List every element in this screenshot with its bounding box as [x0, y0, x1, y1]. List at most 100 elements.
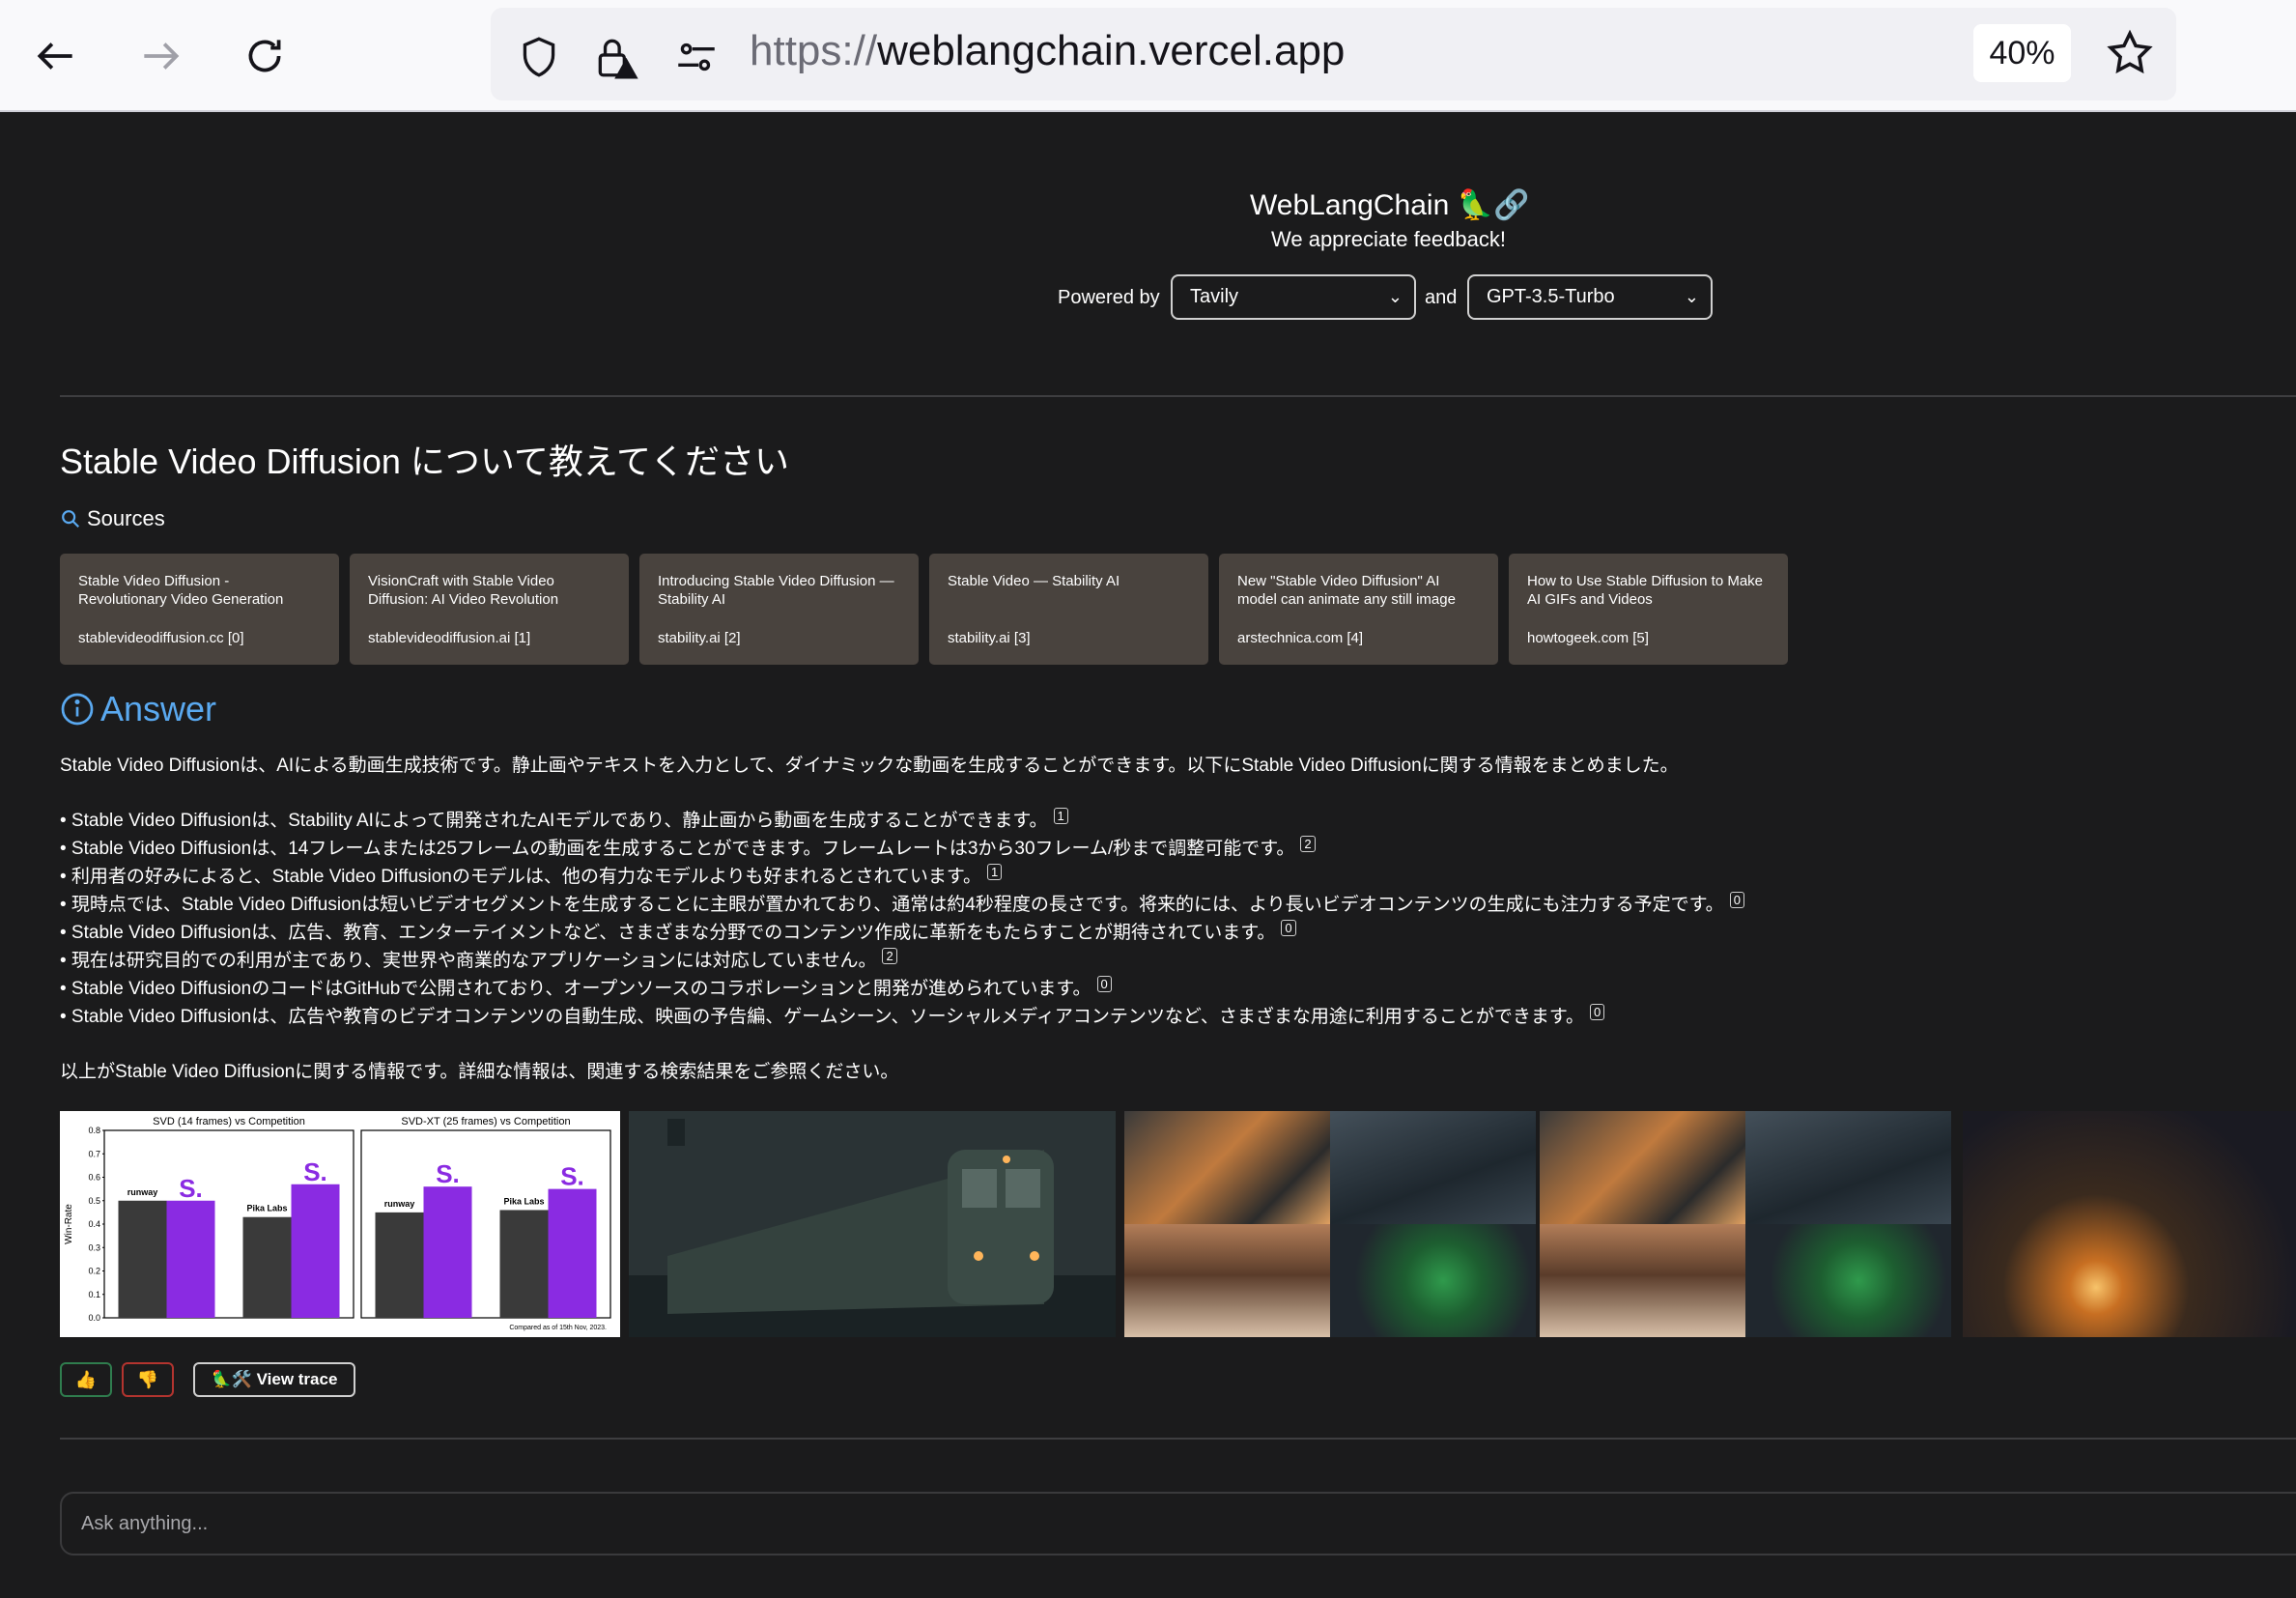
- zoom-level-badge[interactable]: 40%: [1973, 24, 2071, 82]
- source-title: How to Use Stable Diffusion to Make AI G…: [1527, 573, 1764, 608]
- y-tick-label: 0.7: [88, 1149, 100, 1158]
- category-label: runway: [384, 1199, 415, 1209]
- cowboy-thumbnail: [1124, 1224, 1330, 1337]
- chart-title: SVD-XT (25 frames) vs Competition: [401, 1116, 570, 1127]
- bar: [166, 1200, 215, 1318]
- citation-badge[interactable]: 2: [882, 948, 897, 964]
- bullet-text: • Stable Video DiffusionのコードはGitHubで公開され…: [60, 979, 1091, 999]
- url-text[interactable]: https://weblangchain.vercel.app: [750, 27, 1345, 75]
- category-label: Pika Labs: [503, 1196, 544, 1206]
- divider: [60, 395, 2296, 397]
- answer-bullet: • 現時点では、Stable Video Diffusionは短いビデオセグメン…: [60, 892, 1744, 919]
- shield-icon[interactable]: [513, 31, 565, 83]
- thumbs-down-button[interactable]: 👎: [122, 1362, 174, 1397]
- result-image-chart[interactable]: SVD (14 frames) vs Competition 0.0 0.1 0.2 0…: [60, 1111, 620, 1337]
- train-illustration: [629, 1111, 1116, 1337]
- win-rate-chart: SVD (14 frames) vs Competition 0.0 0.1 0.2 0…: [64, 1116, 611, 1331]
- source-title: Stable Video — Stability AI: [948, 573, 1120, 589]
- answer-intro: Stable Video Diffusionは、AIによる動画生成技術です。静止…: [60, 756, 1679, 776]
- source-url: stablevideodiffusion.ai [1]: [368, 630, 531, 646]
- result-image-space[interactable]: [1963, 1111, 2296, 1337]
- citation-badge[interactable]: 2: [1300, 836, 1316, 852]
- category-label: Pika Labs: [246, 1204, 287, 1213]
- answer-bullet: • 現在は研究目的での利用が主であり、実世界や商業的なアプリケーションには対応し…: [60, 948, 897, 975]
- source-title: VisionCraft with Stable Video Diffusion:…: [368, 573, 559, 608]
- y-tick-label: 0.6: [88, 1173, 100, 1183]
- source-card[interactable]: Introducing Stable Video Diffusion — Sta…: [639, 554, 919, 665]
- answer-bullet: • Stable Video DiffusionのコードはGitHubで公開され…: [60, 976, 1112, 1003]
- y-tick-label: 0.2: [88, 1267, 100, 1276]
- feedback-subtitle: We appreciate feedback!: [1271, 227, 1506, 251]
- reload-icon: [248, 40, 281, 72]
- citation-badge[interactable]: 0: [1096, 976, 1112, 992]
- bookmark-star-icon[interactable]: [2104, 27, 2156, 79]
- y-tick-label: 0.1: [88, 1290, 100, 1299]
- y-axis-label: Win-Rate: [64, 1204, 74, 1244]
- and-label: and: [1425, 287, 1458, 308]
- source-card[interactable]: VisionCraft with Stable Video Diffusion:…: [350, 554, 629, 665]
- divider: [60, 1438, 2296, 1440]
- cowboy-thumbnail: [1540, 1224, 1745, 1337]
- answer-heading: Answer: [60, 686, 216, 732]
- result-image-train[interactable]: [629, 1111, 1116, 1337]
- citation-badge[interactable]: 1: [987, 864, 1003, 880]
- bar: [375, 1212, 424, 1318]
- answer-bullet: • Stable Video Diffusionは、広告や教育のビデオコンテンツ…: [60, 1004, 1605, 1031]
- lock-warning-icon[interactable]: [590, 31, 642, 83]
- robot-thumbnail: [1330, 1224, 1536, 1337]
- citation-badge[interactable]: 0: [1729, 892, 1744, 908]
- info-icon: [61, 693, 94, 726]
- result-image-collage-1[interactable]: [1124, 1111, 1536, 1337]
- chevron-down-icon: ⌄: [1684, 287, 1699, 306]
- forward-button[interactable]: [126, 21, 195, 91]
- bullet-text: • Stable Video Diffusionは、14フレームまたは25フレー…: [60, 839, 1295, 859]
- permissions-icon[interactable]: [670, 31, 723, 83]
- source-card[interactable]: New "Stable Video Diffusion" AI model ca…: [1219, 554, 1498, 665]
- bar: [548, 1188, 597, 1318]
- chevron-down-icon: ⌄: [1387, 287, 1403, 306]
- browser-toolbar: https://weblangchain.vercel.app 40%: [0, 0, 2296, 112]
- stability-logo: S.: [179, 1174, 203, 1203]
- y-tick-label: 0.8: [88, 1126, 100, 1135]
- car-thumbnail: [1124, 1111, 1330, 1224]
- ask-input[interactable]: Ask anything...: [60, 1492, 2296, 1555]
- answer-bullet: • Stable Video Diffusionは、広告、教育、エンターテイメン…: [60, 920, 1296, 947]
- source-card[interactable]: Stable Video Diffusion - Revolutionary V…: [60, 554, 339, 665]
- reload-button[interactable]: [230, 21, 299, 91]
- source-card[interactable]: How to Use Stable Diffusion to Make AI G…: [1509, 554, 1788, 665]
- app-title: WebLangChain 🦜🔗: [1250, 189, 1530, 221]
- y-tick-label: 0.4: [88, 1219, 100, 1229]
- bullet-text: • Stable Video Diffusionは、広告、教育、エンターテイメン…: [60, 923, 1276, 943]
- bar: [423, 1186, 472, 1318]
- source-url: stablevideodiffusion.cc [0]: [78, 630, 244, 646]
- category-label: runway: [128, 1187, 158, 1197]
- bullet-text: • Stable Video Diffusionは、Stability AIによ…: [60, 811, 1048, 831]
- chart-footnote: Compared as of 15th Nov, 2023.: [509, 1325, 607, 1331]
- thumbs-up-button[interactable]: 👍: [60, 1362, 112, 1397]
- source-url: stability.ai [2]: [658, 630, 741, 646]
- source-title: New "Stable Video Diffusion" AI model ca…: [1237, 573, 1456, 608]
- powered-by-label: Powered by: [1058, 287, 1160, 308]
- source-card[interactable]: Stable Video — Stability AI stability.ai …: [929, 554, 1208, 665]
- bar: [291, 1184, 340, 1318]
- y-tick-label: 0.5: [88, 1196, 100, 1206]
- back-button[interactable]: [21, 21, 91, 91]
- citation-badge[interactable]: 1: [1053, 808, 1068, 824]
- bullet-text: • 現在は研究目的での利用が主であり、実世界や商業的なアプリケーションには対応し…: [60, 951, 877, 971]
- train-thumbnail: [1330, 1111, 1536, 1224]
- stability-logo: S.: [436, 1159, 460, 1188]
- source-url: arstechnica.com [4]: [1237, 630, 1364, 646]
- car-thumbnail: [1540, 1111, 1745, 1224]
- retriever-select[interactable]: Tavily ⌄: [1171, 274, 1416, 320]
- search-icon: [62, 510, 80, 528]
- citation-badge[interactable]: 0: [1281, 920, 1296, 936]
- result-image-collage-2[interactable]: [1540, 1111, 1951, 1337]
- view-trace-button[interactable]: 🦜🛠️ View trace: [193, 1362, 355, 1397]
- answer-bullet: • Stable Video Diffusionは、Stability AIによ…: [60, 808, 1068, 835]
- model-select[interactable]: GPT-3.5-Turbo ⌄: [1467, 274, 1713, 320]
- arrow-right-icon: [144, 43, 180, 70]
- source-title: Introducing Stable Video Diffusion — Sta…: [658, 573, 894, 608]
- bullet-text: • 現時点では、Stable Video Diffusionは短いビデオセグメン…: [60, 895, 1724, 915]
- citation-badge[interactable]: 0: [1589, 1004, 1605, 1020]
- y-tick-label: 0.3: [88, 1242, 100, 1252]
